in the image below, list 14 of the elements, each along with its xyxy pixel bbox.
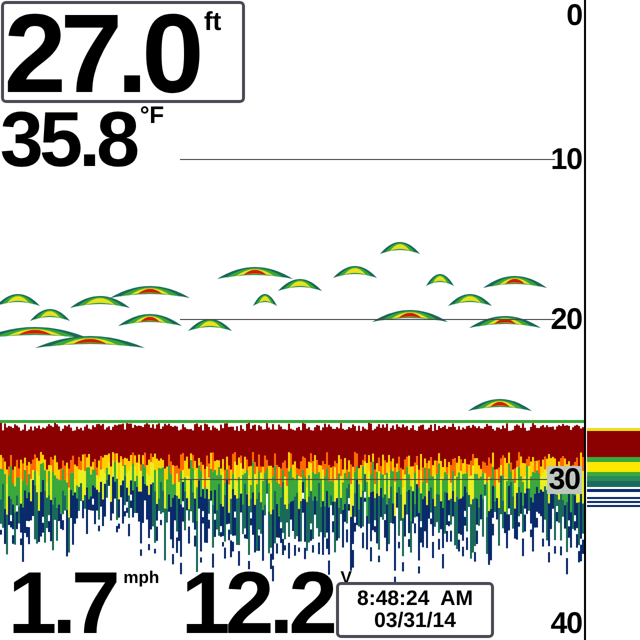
depth-unit: ft (204, 8, 222, 34)
speed-value: 1.7 (8, 566, 116, 640)
voltage-value: 12.2 (181, 566, 333, 640)
speed-unit: mph (123, 568, 160, 588)
depth-scale-label: 20 (550, 306, 582, 334)
depth-scale-label: 40 (550, 610, 582, 638)
time-text: 8:48:24 AM (357, 588, 473, 610)
temperature-value: 35.8 (0, 104, 136, 174)
date-text: 03/31/14 (374, 610, 456, 632)
depth-value: 27.0 (4, 4, 198, 104)
depth-scale-label: 30 (546, 466, 582, 494)
temperature-unit: °F (140, 104, 164, 128)
depth-scale-label: 0 (566, 2, 582, 30)
depth-scale-label: 10 (550, 146, 582, 174)
